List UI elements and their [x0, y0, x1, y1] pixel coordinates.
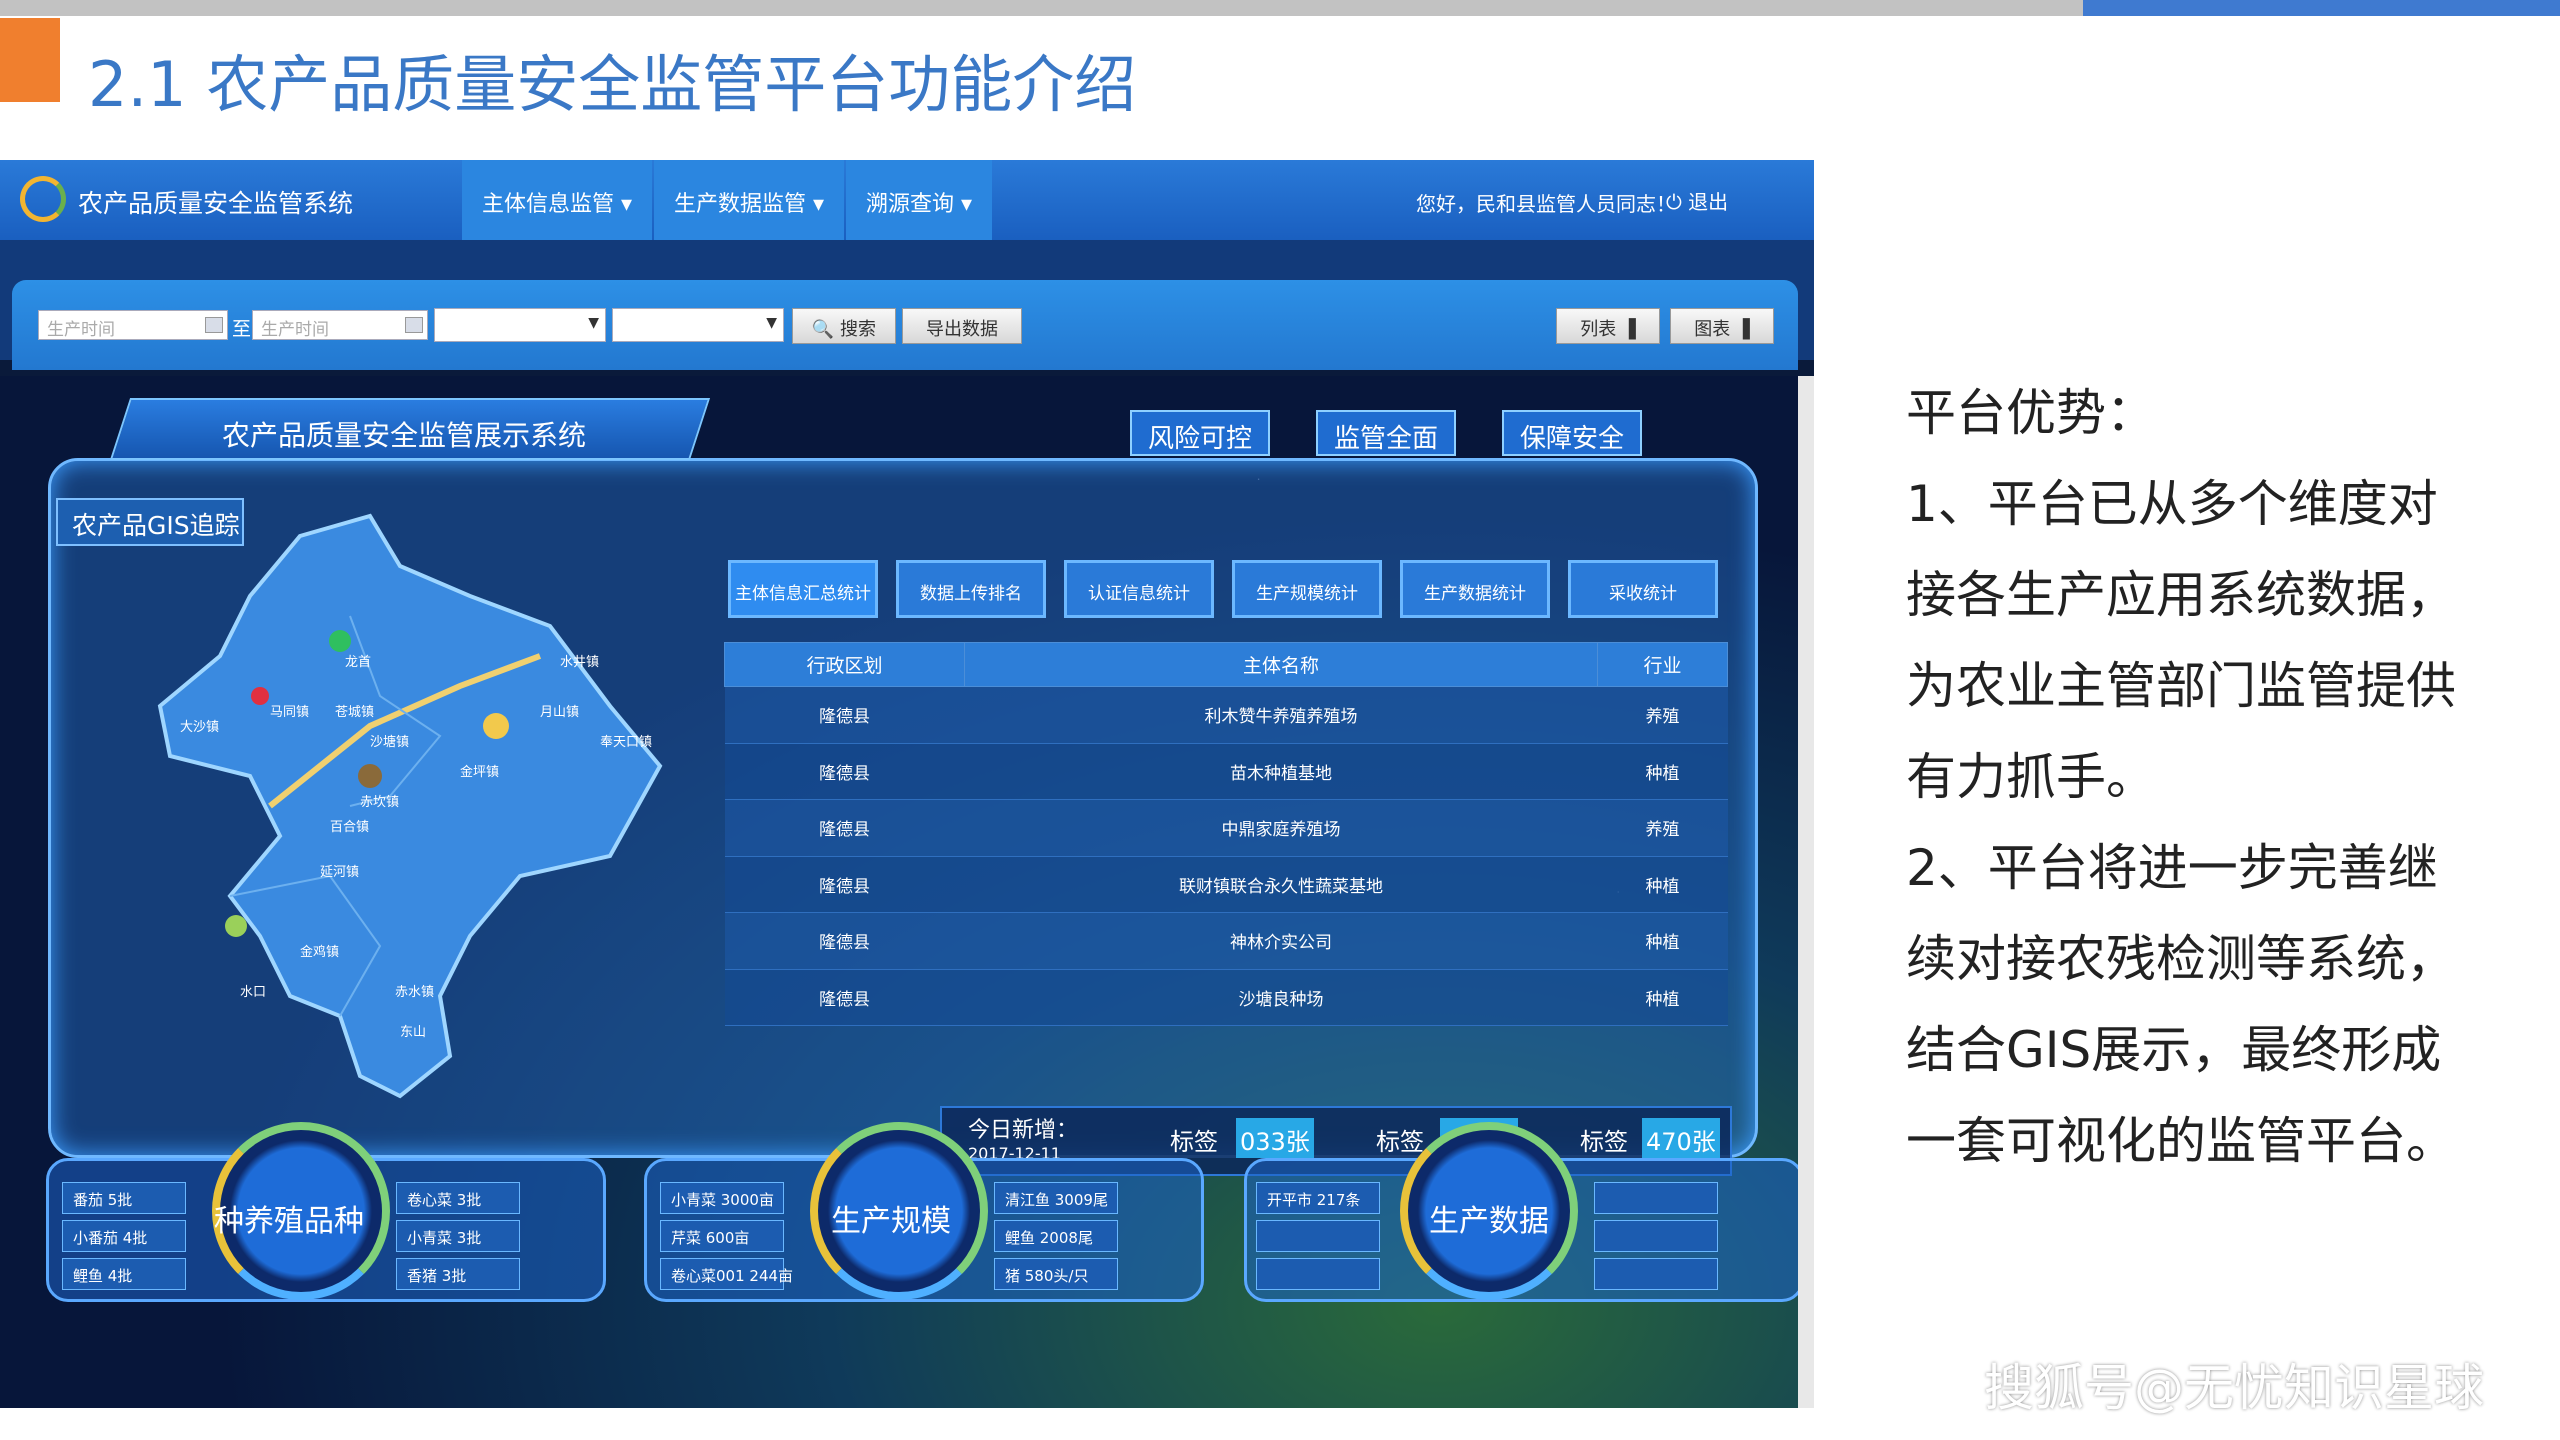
list-view-button[interactable]: 列表 ▐	[1556, 308, 1660, 344]
variety-item[interactable]: 香猪 3批	[396, 1258, 520, 1290]
top-gray-bar	[0, 0, 2083, 16]
export-data-button[interactable]: 导出数据	[902, 308, 1022, 344]
search-button[interactable]: 🔍 搜索	[792, 308, 896, 344]
advantages-line: 结合GIS展示，最终形成	[1906, 1021, 2442, 1079]
user-greeting: 您好，民和县监管人员同志！	[1416, 192, 1676, 216]
data-item[interactable]	[1256, 1220, 1380, 1252]
end-date-placeholder: 生产时间	[261, 320, 329, 340]
advantages-line: 续对接农残检测等系统，	[1906, 930, 2456, 988]
scale-item[interactable]: 清江鱼 3009尾	[994, 1182, 1118, 1214]
ring-varieties-label: 种养殖品种	[214, 1204, 364, 1239]
data-item[interactable]	[1256, 1258, 1380, 1290]
title-accent-block	[0, 18, 60, 102]
ring-scale-label: 生产规模	[831, 1204, 951, 1239]
calendar-icon[interactable]	[405, 317, 423, 333]
bottom-panels-layer: 番茄 5批 小番茄 4批 鲤鱼 4批 卷心菜 3批 小青菜 3批 香猪 3批 小…	[0, 376, 1804, 1408]
end-date-input[interactable]: 生产时间	[252, 310, 428, 340]
top-blue-accent	[2083, 0, 2560, 16]
app-name: 农产品质量安全监管系统	[78, 189, 354, 218]
scale-item[interactable]: 小青菜 3000亩	[660, 1182, 784, 1214]
data-item[interactable]	[1594, 1182, 1718, 1214]
nav-production-supervision[interactable]: 生产数据监管 ▾	[654, 160, 844, 240]
chevron-down-icon: ▼	[588, 315, 599, 331]
logout-link[interactable]: ⏻ 退出	[1666, 186, 1728, 215]
advantages-line: 有力抓手。	[1906, 748, 2156, 806]
data-item[interactable]	[1594, 1258, 1718, 1290]
scrollbar[interactable]	[1798, 376, 1814, 1408]
variety-item[interactable]: 小番茄 4批	[62, 1220, 186, 1252]
data-item[interactable]	[1594, 1220, 1718, 1252]
platform-screenshot: 农产品质量安全监管系统 主体信息监管 ▾ 生产数据监管 ▾ 溯源查询 ▾ 您好，…	[0, 160, 1814, 1408]
app-logo-icon	[20, 176, 66, 222]
filter-bar: 生产时间 至 生产时间 ▼ ▼ 🔍 搜索 导出数据 列表 ▐ 图表 ▐	[12, 280, 1798, 370]
scale-item[interactable]: 芹菜 600亩	[660, 1220, 784, 1252]
start-date-placeholder: 生产时间	[47, 320, 115, 340]
variety-item[interactable]: 鲤鱼 4批	[62, 1258, 186, 1290]
advantages-line: 接各生产应用系统数据，	[1906, 566, 2456, 624]
start-date-input[interactable]: 生产时间	[38, 310, 228, 340]
advantages-line: 为农业主管部门监管提供	[1906, 657, 2456, 715]
watermark: 搜狐号@无忧知识星球	[1984, 1359, 2484, 1417]
filter-select-2[interactable]: ▼	[612, 308, 784, 342]
filter-select-1[interactable]: ▼	[434, 308, 606, 342]
nav-subject-supervision[interactable]: 主体信息监管 ▾	[462, 160, 652, 240]
data-item[interactable]: 开平市 217条	[1256, 1182, 1380, 1214]
scale-item[interactable]: 卷心菜001 244亩	[660, 1258, 793, 1290]
chart-view-button[interactable]: 图表 ▐	[1670, 308, 1774, 344]
variety-item[interactable]: 小青菜 3批	[396, 1220, 520, 1252]
slide: 2.1 农产品质量安全监管平台功能介绍 农产品质量安全监管系统 主体信息监管 ▾…	[0, 0, 2560, 1440]
slide-title: 2.1 农产品质量安全监管平台功能介绍	[88, 48, 1137, 121]
date-separator: 至	[232, 318, 252, 340]
variety-item[interactable]: 卷心菜 3批	[396, 1182, 520, 1214]
advantages-line: 1、平台已从多个维度对	[1906, 475, 2438, 533]
nav-trace-query[interactable]: 溯源查询 ▾	[846, 160, 992, 240]
advantages-line: 平台优势：	[1906, 384, 2156, 442]
scale-item[interactable]: 鲤鱼 2008尾	[994, 1220, 1118, 1252]
variety-item[interactable]: 番茄 5批	[62, 1182, 186, 1214]
advantages-line: 2、平台将进一步完善继	[1906, 839, 2438, 897]
scale-item[interactable]: 猪 580头/只	[994, 1258, 1118, 1290]
advantages-line: 一套可视化的监管平台。	[1906, 1112, 2456, 1170]
ring-data-label: 生产数据	[1429, 1204, 1549, 1239]
calendar-icon[interactable]	[205, 317, 223, 333]
chevron-down-icon: ▼	[766, 315, 777, 331]
app-navbar: 农产品质量安全监管系统 主体信息监管 ▾ 生产数据监管 ▾ 溯源查询 ▾ 您好，…	[0, 160, 1814, 240]
advantages-text: 平台优势： 1、平台已从多个维度对 接各生产应用系统数据， 为农业主管部门监管提…	[1906, 368, 2506, 1187]
